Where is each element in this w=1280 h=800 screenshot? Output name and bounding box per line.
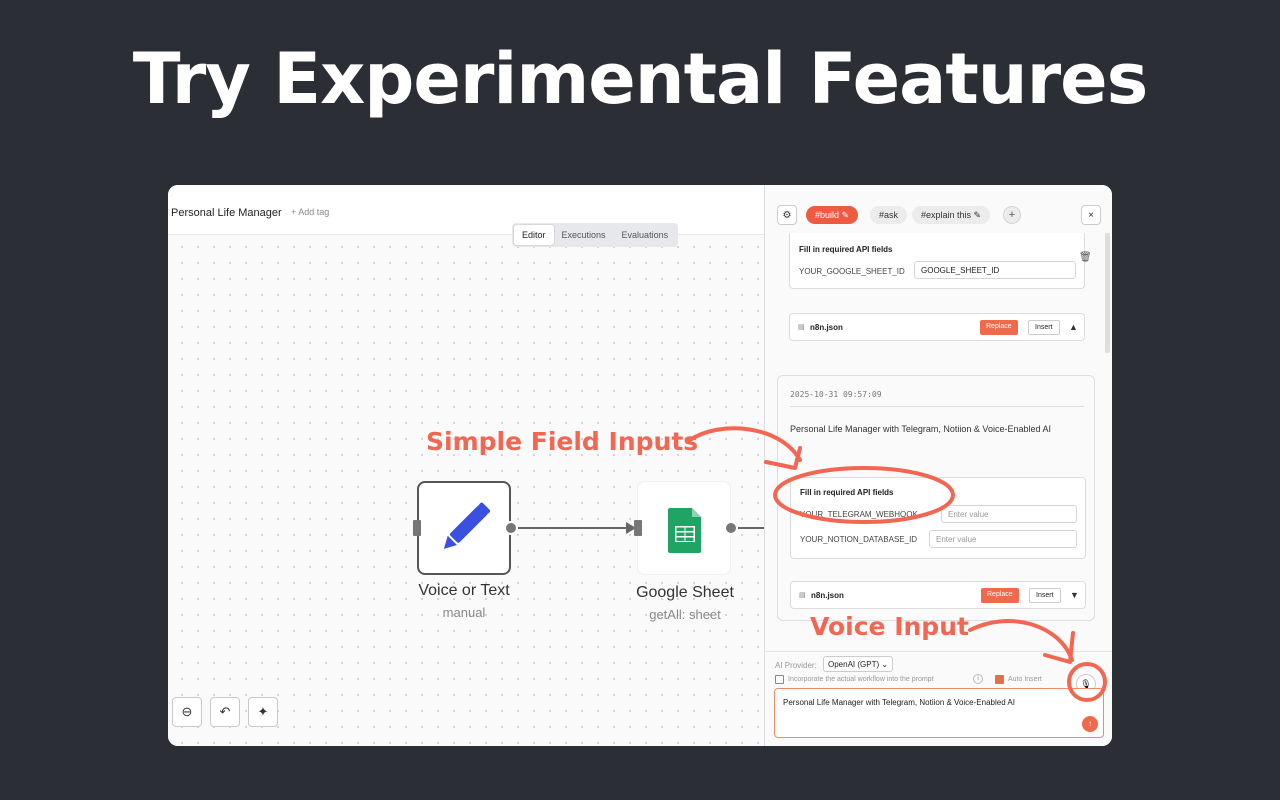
node2-label: Google Sheet — [636, 584, 734, 601]
node2-input-port[interactable] — [634, 520, 642, 536]
send-button[interactable]: ↑ — [1082, 716, 1098, 732]
app-window: Personal Life Manager + Add tag Editor E… — [168, 185, 1112, 746]
clean-canvas-icon: ✦ — [257, 704, 269, 719]
headline: Try Experimental Features — [132, 38, 1149, 120]
telegram-webhook-input[interactable]: Enter value — [941, 505, 1077, 523]
divider — [790, 406, 1084, 407]
node-voice-or-text[interactable] — [417, 481, 511, 575]
auto-insert-checkbox[interactable] — [995, 675, 1004, 684]
field-label-telegram-webhook: YOUR_TELEGRAM_WEBHOOK — [800, 510, 918, 519]
close-icon: × — [1088, 209, 1094, 221]
card2-title: Fill in required API fields — [800, 488, 894, 497]
insert-button[interactable]: Insert — [1028, 320, 1060, 335]
pencil-icon — [443, 502, 491, 549]
file-row-2: ▤ n8n.json Replace Insert ▼ — [790, 581, 1086, 609]
info-icon[interactable]: i — [973, 674, 983, 684]
mode-tabs: Editor Executions Evaluations — [512, 223, 679, 247]
node2-outgoing-edge[interactable] — [738, 527, 764, 529]
add-chip-button[interactable]: + — [1003, 206, 1021, 224]
prompt-footer: AI Provider: OpenAI (GPT) ⌄ Incorporate … — [765, 651, 1112, 746]
assistant-message: 2025-10-31 09:57:09 Personal Life Manage… — [777, 375, 1095, 621]
file-row-1: ▤ n8n.json Replace Insert ▲ — [789, 313, 1085, 341]
undo-icon: ↶ — [219, 704, 231, 719]
insert-button[interactable]: Insert — [1029, 588, 1061, 603]
api-fields-card-2: Fill in required API fields YOUR_TELEGRA… — [790, 477, 1086, 559]
file-icon: ▤ — [799, 592, 806, 599]
settings-button[interactable]: ⚙ — [777, 205, 797, 225]
chip-ask[interactable]: #ask — [870, 206, 908, 224]
notion-database-id-input[interactable]: Enter value — [929, 530, 1077, 548]
zoom-out-button[interactable]: ⊖ — [172, 697, 202, 727]
add-tag-button[interactable]: + Add tag — [291, 207, 329, 217]
send-icon: ↑ — [1088, 719, 1092, 728]
incorporate-workflow-checkbox[interactable] — [775, 675, 784, 684]
node-google-sheet[interactable] — [637, 481, 731, 575]
annotation-voice-input: Voice Input — [810, 612, 969, 641]
chip-explain-this[interactable]: #explain this ✎ — [912, 206, 991, 224]
google-sheets-icon — [668, 508, 701, 553]
api-fields-card-1: Fill in required API fields YOUR_GOOGLE_… — [789, 233, 1085, 289]
workflow-title[interactable]: Personal Life Manager — [171, 207, 282, 219]
ai-assistant-panel: ⚙ #build ✎ #ask #explain this ✎ + × Fill… — [764, 185, 1112, 746]
gear-icon: ⚙ — [782, 209, 792, 221]
message-timestamp: 2025-10-31 09:57:09 — [790, 390, 882, 399]
node1-subtitle: manual — [442, 605, 486, 620]
collapse-icon[interactable]: ▲ — [1069, 322, 1078, 332]
zoom-out-icon: ⊖ — [181, 704, 193, 719]
file2-name[interactable]: n8n.json — [811, 591, 844, 600]
auto-insert-label: Auto Insert — [1008, 676, 1042, 683]
prompt-text: Personal Life Manager with Telegram, Not… — [783, 698, 1015, 707]
field-label-notion-database-id: YOUR_NOTION_DATABASE_ID — [800, 535, 918, 544]
prompt-input[interactable]: Personal Life Manager with Telegram, Not… — [774, 688, 1104, 738]
file1-name[interactable]: n8n.json — [810, 323, 843, 332]
field-label-google-sheet-id: YOUR_GOOGLE_SHEET_ID — [799, 267, 905, 276]
node1-input-port[interactable] — [413, 520, 421, 536]
tab-executions[interactable]: Executions — [554, 225, 614, 245]
annotation-field-inputs: Simple Field Inputs — [426, 427, 699, 456]
replace-button[interactable]: Replace — [981, 588, 1019, 603]
panel-header: ⚙ #build ✎ #ask #explain this ✎ + × — [765, 185, 1112, 233]
panel-scrollbar[interactable] — [1105, 233, 1110, 353]
workflow-canvas[interactable]: Personal Life Manager + Add tag Editor E… — [168, 185, 764, 746]
node2-subtitle: getAll: sheet — [649, 607, 721, 622]
trash-icon[interactable]: 🗑 — [1079, 252, 1092, 263]
google-sheet-id-input[interactable]: GOOGLE_SHEET_ID — [914, 261, 1076, 279]
undo-button[interactable]: ↶ — [210, 697, 240, 727]
connection-edge[interactable] — [518, 527, 628, 529]
message-text: Personal Life Manager with Telegram, Not… — [790, 424, 1051, 434]
expand-icon[interactable]: ▼ — [1070, 590, 1079, 600]
node1-label: Voice or Text — [418, 582, 510, 599]
node1-output-port[interactable] — [504, 521, 518, 535]
node2-output-port[interactable] — [724, 521, 738, 535]
clean-canvas-button[interactable]: ✦ — [248, 697, 278, 727]
file-icon: ▤ — [798, 324, 805, 331]
replace-button[interactable]: Replace — [980, 320, 1018, 335]
tab-evaluations[interactable]: Evaluations — [614, 225, 677, 245]
close-button[interactable]: × — [1081, 205, 1101, 225]
tab-editor[interactable]: Editor — [514, 225, 554, 245]
provider-select[interactable]: OpenAI (GPT) ⌄ — [823, 656, 894, 672]
provider-label: AI Provider: — [775, 661, 817, 670]
card1-title: Fill in required API fields — [799, 245, 893, 254]
chip-build[interactable]: #build ✎ — [806, 206, 859, 224]
incorporate-workflow-label: Incorporate the actual workflow into the… — [788, 676, 934, 683]
